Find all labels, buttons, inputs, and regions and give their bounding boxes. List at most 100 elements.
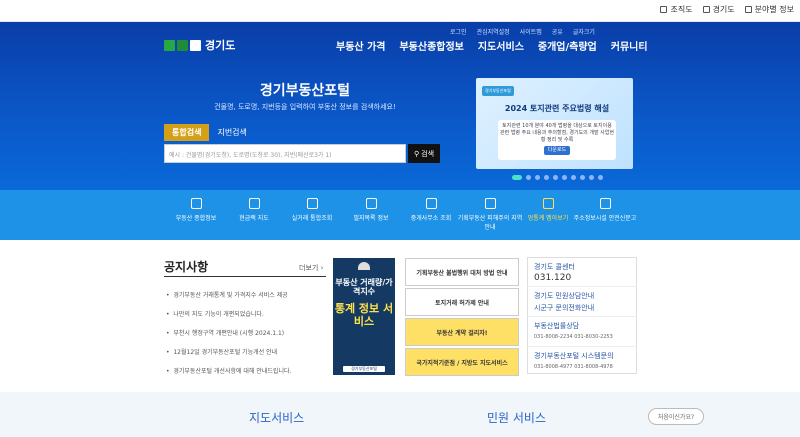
nav-map-service[interactable]: 지도서비스 bbox=[478, 38, 524, 53]
notice-item[interactable]: • 경기부동산포털 개선사항에 대해 안내드립니다. bbox=[166, 366, 326, 375]
carousel-dot[interactable] bbox=[571, 175, 576, 180]
nav-price[interactable]: 부동산 가격 bbox=[336, 38, 385, 53]
map-icon bbox=[248, 198, 260, 209]
callcenter-number: 031.120 bbox=[534, 273, 572, 283]
card-land-permit[interactable]: 토지거래 허가제 안내 bbox=[405, 288, 519, 316]
quick-label: 부동산 종합정보 bbox=[175, 215, 217, 222]
promo-banner[interactable]: 경기부동산포털 2024 토지관련 주요법령 해설 토지관련 10개 분야 40… bbox=[476, 78, 633, 169]
carousel-dot[interactable] bbox=[526, 175, 531, 180]
address-icon bbox=[599, 198, 611, 209]
card-contract[interactable]: 부동산 계약 걸리자! bbox=[405, 318, 519, 346]
carousel-dot-active[interactable] bbox=[512, 175, 522, 180]
poster-footer: 경기부동산포털 bbox=[343, 366, 385, 372]
login-link[interactable]: 로그인 bbox=[450, 27, 467, 36]
nav-realestate-info[interactable]: 부동산종합정보 bbox=[399, 38, 463, 53]
quick-label: 필지목록 정보 bbox=[353, 215, 389, 222]
banner-badge: 경기부동산포털 bbox=[482, 86, 514, 96]
carousel-dot[interactable] bbox=[562, 175, 567, 180]
hero-subtitle: 건물명, 도로명, 지번등을 입력하여 부동산 정보를 검색하세요! bbox=[214, 103, 396, 111]
carousel-dot[interactable] bbox=[535, 175, 540, 180]
law-label: 부동산법률상담 bbox=[534, 322, 580, 330]
notice-text: 12월12일 경기부동산포털 기능개선 안내 bbox=[173, 349, 278, 356]
carousel-dot[interactable] bbox=[553, 175, 558, 180]
notice-more-label: 더보기 bbox=[299, 264, 319, 272]
divider bbox=[527, 346, 637, 347]
top-utility-bar: 조직도 경기도 분야별 정보 bbox=[0, 0, 800, 22]
notice-text: 나만의 지도 기능이 개편되었습니다. bbox=[173, 311, 264, 318]
sitemap-link[interactable]: 사이트맵 bbox=[520, 27, 542, 36]
civil-label[interactable]: 경기도 민원상담안내 bbox=[534, 291, 594, 301]
card-label: 기획부동산 불법행위 대처 방법 안내 bbox=[416, 269, 508, 277]
search-input[interactable]: 예시 : 건물명(경기도청), 도로명(도청로 30), 지번(매산로3가 1) bbox=[164, 144, 406, 163]
notice-title: 공지사항 bbox=[164, 260, 209, 274]
tab-lot-search[interactable]: 지번검색 bbox=[209, 124, 254, 141]
carousel-dot[interactable] bbox=[589, 175, 594, 180]
banner-download-button[interactable]: 다운로드 bbox=[543, 146, 571, 155]
notice-text: 부천시 행정구역 개편안내 (시행 2024.1.1) bbox=[173, 330, 285, 337]
divider bbox=[527, 316, 637, 317]
share-link[interactable]: 공유 bbox=[552, 27, 563, 36]
quick-label: 실거래 통합조회 bbox=[291, 215, 333, 222]
interest-area-link[interactable]: 관심지역설정 bbox=[477, 27, 510, 36]
card-label: 토지거래 허가제 안내 bbox=[435, 299, 489, 307]
first-visit-button[interactable]: 처음이신가요? bbox=[648, 408, 704, 425]
poster-line2: 통계 정보 서비스 bbox=[334, 302, 394, 328]
org-chart-icon bbox=[660, 6, 668, 13]
quick-label: 중개사무소 조회 bbox=[410, 215, 452, 222]
gyeonggi-icon bbox=[702, 6, 710, 13]
banner-body: 토지관련 10개 분야 40개 법령을 대상으로 토지이용관련 법령 주요 내용… bbox=[498, 120, 616, 160]
search-button-label: 검색 bbox=[421, 149, 435, 158]
quick-address-report[interactable]: 주소정보시설 안전신문고 bbox=[570, 198, 640, 222]
building-icon bbox=[425, 198, 437, 209]
hero-title: 경기부동산포털 bbox=[259, 83, 351, 99]
notice-item[interactable]: • 부천시 행정구역 개편안내 (시행 2024.1.1) bbox=[166, 328, 326, 337]
notice-item[interactable]: • 12월12일 경기부동산포털 기능개선 안내 bbox=[166, 347, 326, 356]
card-fraud-guide[interactable]: 기획부동산 불법행위 대처 방법 안내 bbox=[405, 258, 519, 286]
notice-more-link[interactable]: 더보기 › bbox=[299, 263, 323, 273]
list-icon bbox=[365, 198, 377, 209]
stats-poster-banner[interactable]: 부동산 거래량/가격지수 통계 정보 서비스 경기부동산포털 bbox=[333, 258, 395, 375]
carousel-dot[interactable] bbox=[598, 175, 603, 180]
site-logo[interactable]: 경기도 bbox=[164, 37, 235, 53]
notice-text: 경기부동산 거래통계 및 가격지수 서비스 제공 bbox=[173, 292, 288, 299]
divider bbox=[164, 276, 326, 277]
top-links: 조직도 경기도 분야별 정보 bbox=[660, 4, 794, 15]
logo-text: 경기도 bbox=[205, 39, 236, 52]
org-chart-link[interactable]: 조직도 bbox=[660, 4, 693, 15]
civil-service-title: 민원 서비스 bbox=[487, 411, 547, 425]
banner-body-text: 토지관련 10개 분야 40개 법령을 대상으로 토지이용관련 법령 주요 내용… bbox=[500, 123, 614, 143]
law-numbers: 031-8008-2234 031-8030-2253 bbox=[534, 334, 613, 340]
warning-icon bbox=[484, 198, 496, 209]
notice-item[interactable]: • 경기부동산 거래통계 및 가격지수 서비스 제공 bbox=[166, 290, 326, 299]
font-size-control[interactable]: 글자크기 bbox=[573, 27, 595, 36]
notice-text: 경기부동산포털 개선사항에 대해 안내드립니다. bbox=[173, 368, 292, 375]
carousel-dot[interactable] bbox=[580, 175, 585, 180]
system-numbers: 031-8008-4977 031-8008-4978 bbox=[534, 364, 613, 370]
search-button[interactable]: ⚲ 검색 bbox=[408, 144, 440, 163]
callcenter-label: 경기도 콜센터 bbox=[534, 263, 575, 271]
chevron-right-icon: › bbox=[320, 264, 324, 272]
field-info-link[interactable]: 분야별 정보 bbox=[744, 4, 794, 15]
quick-label: 현금랙 지도 bbox=[239, 215, 269, 222]
quick-label: 멍통계 맵아보기 bbox=[527, 215, 569, 222]
lamp-icon bbox=[358, 262, 370, 270]
gyeonggi-link[interactable]: 경기도 bbox=[702, 4, 735, 15]
notice-item[interactable]: • 나만의 지도 기능이 개편되었습니다. bbox=[166, 309, 326, 318]
divider bbox=[527, 286, 637, 287]
search-tabs: 통합검색 지번검색 bbox=[164, 124, 255, 141]
util-nav: 로그인 관심지역설정 사이트맵 공유 글자크기 bbox=[450, 27, 595, 36]
nav-community[interactable]: 커뮤니티 bbox=[611, 38, 648, 53]
carousel-dot[interactable] bbox=[544, 175, 549, 180]
civil-sub-label[interactable]: 시군구 문의전화안내 bbox=[534, 303, 594, 313]
carousel-indicators bbox=[512, 175, 603, 180]
logo-mark-icon bbox=[164, 39, 201, 51]
tab-integrated-search[interactable]: 통합검색 bbox=[164, 124, 210, 141]
card-label: 부동산 계약 걸리자! bbox=[436, 329, 488, 337]
search-icon: ⚲ bbox=[413, 149, 420, 158]
card-map-service[interactable]: 국가지적기준점 / 지방도 지도서비스 bbox=[405, 348, 519, 376]
poster-line1: 부동산 거래량/가격지수 bbox=[335, 278, 393, 296]
house-icon bbox=[190, 198, 202, 209]
nav-broker[interactable]: 중개업/측량업 bbox=[538, 38, 597, 53]
info-icon bbox=[744, 6, 752, 13]
chart-icon bbox=[306, 198, 318, 209]
